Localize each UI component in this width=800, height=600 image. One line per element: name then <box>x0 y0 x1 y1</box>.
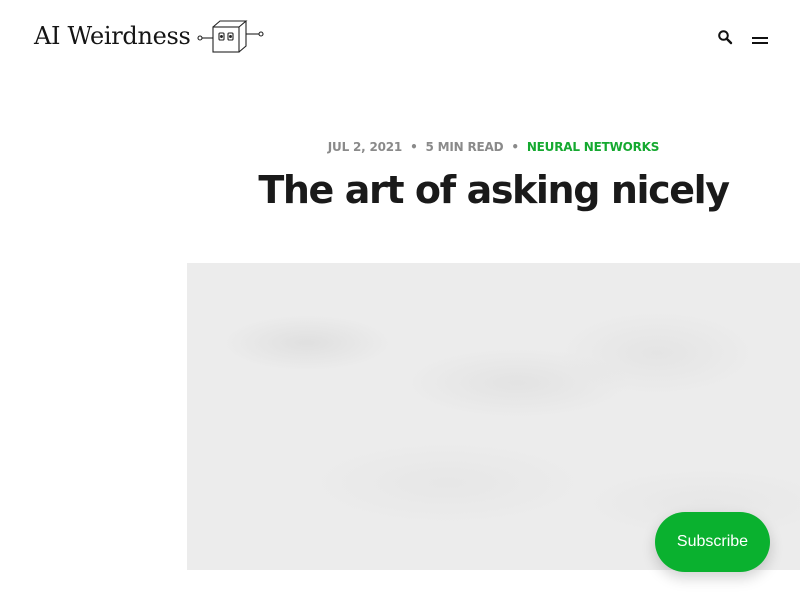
meta-separator: • <box>410 140 418 154</box>
hamburger-menu-icon <box>752 31 768 50</box>
post-tag-link[interactable]: NEURAL NETWORKS <box>527 140 660 154</box>
site-logo-link[interactable]: AI Weirdness <box>34 18 265 54</box>
robot-cube-icon <box>197 18 265 54</box>
post-meta: JUL 2, 2021 • 5 MIN READ • NEURAL NETWOR… <box>187 140 800 154</box>
site-header: AI Weirdness <box>0 0 800 80</box>
menu-button[interactable] <box>750 30 770 50</box>
post-date: JUL 2, 2021 <box>327 140 403 154</box>
post-title: The art of asking nicely <box>258 168 730 212</box>
page: AI Weirdness JUL 2, 2021 • 5 MIN READ • … <box>0 0 800 600</box>
site-logo-text: AI Weirdness <box>34 22 191 50</box>
search-button[interactable] <box>714 28 736 50</box>
meta-separator: • <box>511 140 519 154</box>
subscribe-button[interactable]: Subscribe <box>655 512 770 572</box>
post-read-time: 5 MIN READ <box>425 140 504 154</box>
search-icon <box>717 29 733 49</box>
